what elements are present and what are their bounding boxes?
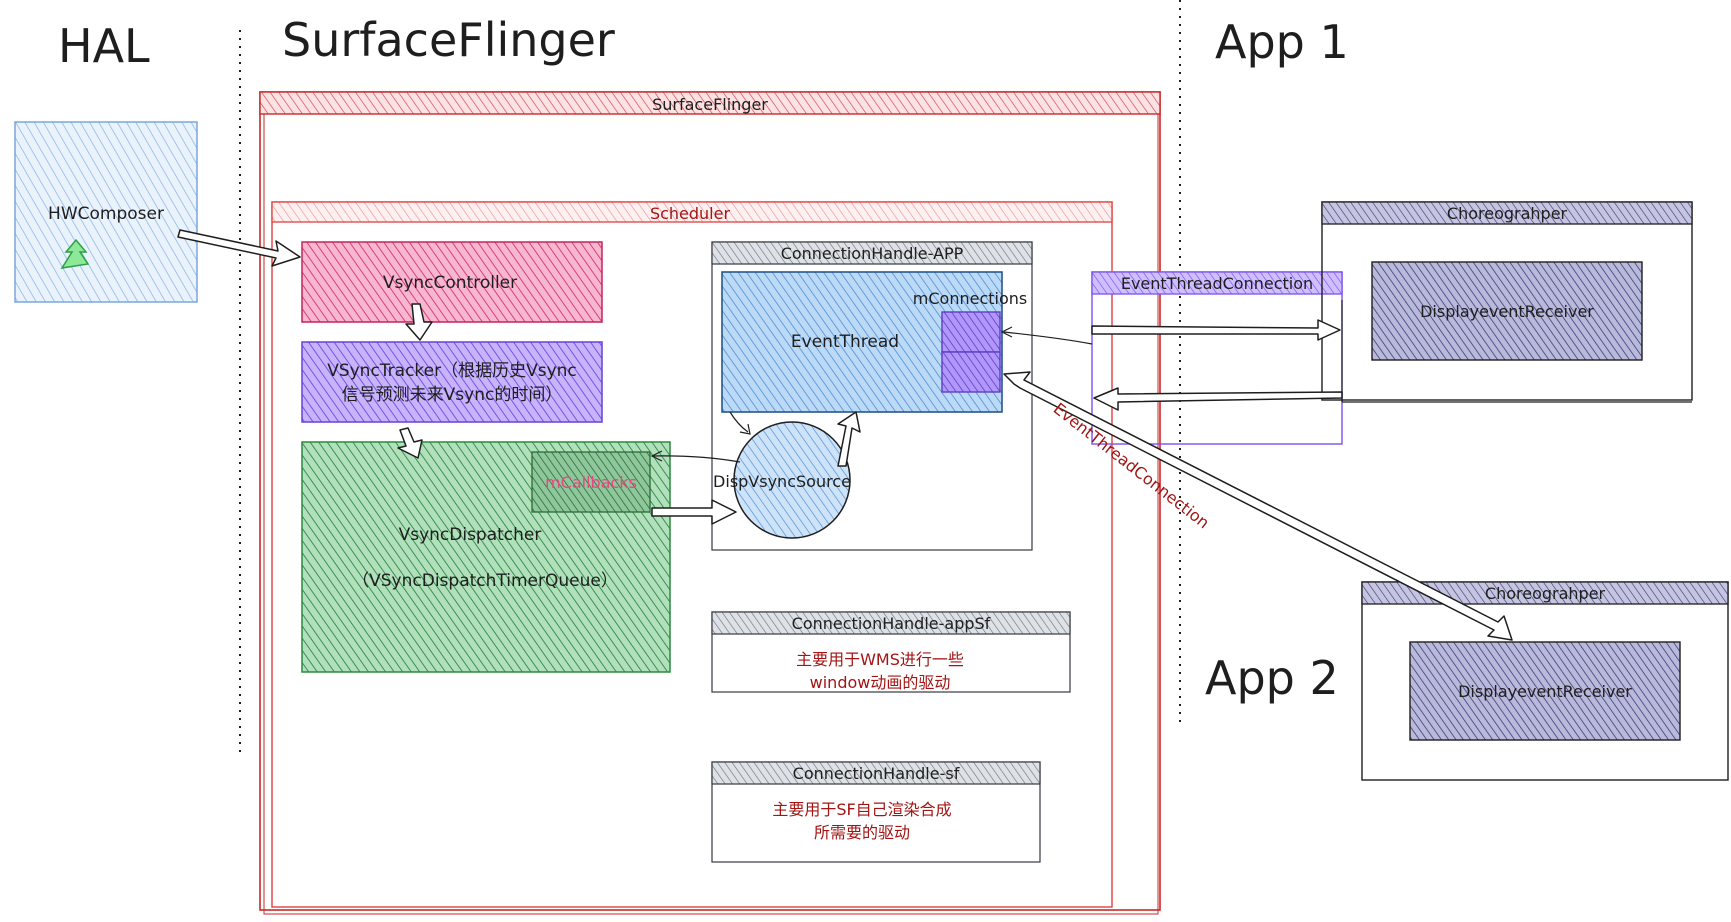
vsync-dispatcher-label: VsyncDispatcher [399, 525, 542, 545]
vsync-controller-label: VsyncController [383, 273, 517, 293]
heading-surfaceflinger: SurfaceFlinger [282, 13, 615, 67]
vsync-tracker-label-line1: VSyncTracker（根据历史Vsync [327, 361, 577, 381]
scheduler-title: Scheduler [650, 204, 731, 223]
architecture-diagram: HAL SurfaceFlinger App 1 App 2 HWCompose… [14, 0, 1729, 915]
connection-handle-sf-title: ConnectionHandle-sf [793, 764, 960, 783]
vsync-tracker-box: VSyncTracker（根据历史Vsync 信号预测未来Vsync的时间） [301, 341, 603, 423]
connection-handle-appsf-title: ConnectionHandle-appSf [792, 614, 991, 633]
mcallbacks-label: mCallbacks [545, 473, 637, 492]
vsync-controller-box: VsyncController [301, 241, 603, 323]
heading-app2: App 2 [1205, 651, 1339, 705]
connection-handle-app: ConnectionHandle-APP EventThread mConnec… [711, 241, 1033, 551]
line-connection-to-mconnections [1003, 331, 1093, 345]
display-receiver-app1-label: DisplayeventReceiver [1420, 302, 1594, 321]
display-receiver-app2-label: DisplayeventReceiver [1458, 682, 1632, 701]
heading-app1: App 1 [1215, 15, 1349, 69]
heading-hal: HAL [58, 19, 150, 73]
disp-vsync-source-label: DispVsyncSource [713, 472, 851, 491]
arrow-receiver1-to-connection [1093, 387, 1343, 411]
choreographer-app1-title: Choreograhper [1447, 204, 1568, 223]
mconnection-slot-2 [941, 351, 1001, 393]
connection-handle-app-title: ConnectionHandle-APP [781, 244, 964, 263]
arrow-eventthread-to-receiver2 [1003, 371, 1513, 641]
appsf-desc-line2: window动画的驱动 [810, 673, 951, 692]
mconnections-label: mConnections [913, 289, 1027, 308]
sf-desc-line2: 所需要的驱动 [814, 823, 910, 842]
line-eventthread-to-source [729, 411, 749, 433]
mconnection-slot-1 [941, 311, 1001, 353]
vsync-dispatcher-box: VsyncDispatcher （VSyncDispatchTimerQueue… [301, 441, 671, 673]
vsync-dispatcher-sublabel: （VSyncDispatchTimerQueue） [352, 571, 618, 591]
event-thread-label: EventThread [791, 332, 899, 352]
choreographer-app2-title: Choreograhper [1485, 584, 1606, 603]
connection-handle-appsf: ConnectionHandle-appSf 主要用于WMS进行一些 windo… [711, 611, 1071, 693]
choreographer-app1: Choreograhper DisplayeventReceiver [1321, 201, 1693, 401]
event-thread-connection-box: EventThreadConnection [1091, 271, 1343, 445]
hwcomposer-box: HWComposer [14, 121, 198, 303]
hwcomposer-label: HWComposer [48, 204, 164, 224]
arrow-connection-to-receiver1 [1091, 319, 1341, 341]
connection-handle-sf: ConnectionHandle-sf 主要用于SF自己渲染合成 所需要的驱动 [711, 761, 1041, 863]
event-thread-connection-title: EventThreadConnection [1121, 274, 1313, 293]
sf-desc-line1: 主要用于SF自己渲染合成 [772, 800, 951, 819]
choreographer-app2: Choreograhper DisplayeventReceiver [1361, 581, 1729, 781]
vsync-tracker-label-line2: 信号预测未来Vsync的时间） [342, 385, 563, 405]
arrow-source-to-eventthread [837, 411, 861, 467]
surfaceflinger-container-title: SurfaceFlinger [652, 95, 768, 114]
appsf-desc-line1: 主要用于WMS进行一些 [796, 650, 964, 669]
